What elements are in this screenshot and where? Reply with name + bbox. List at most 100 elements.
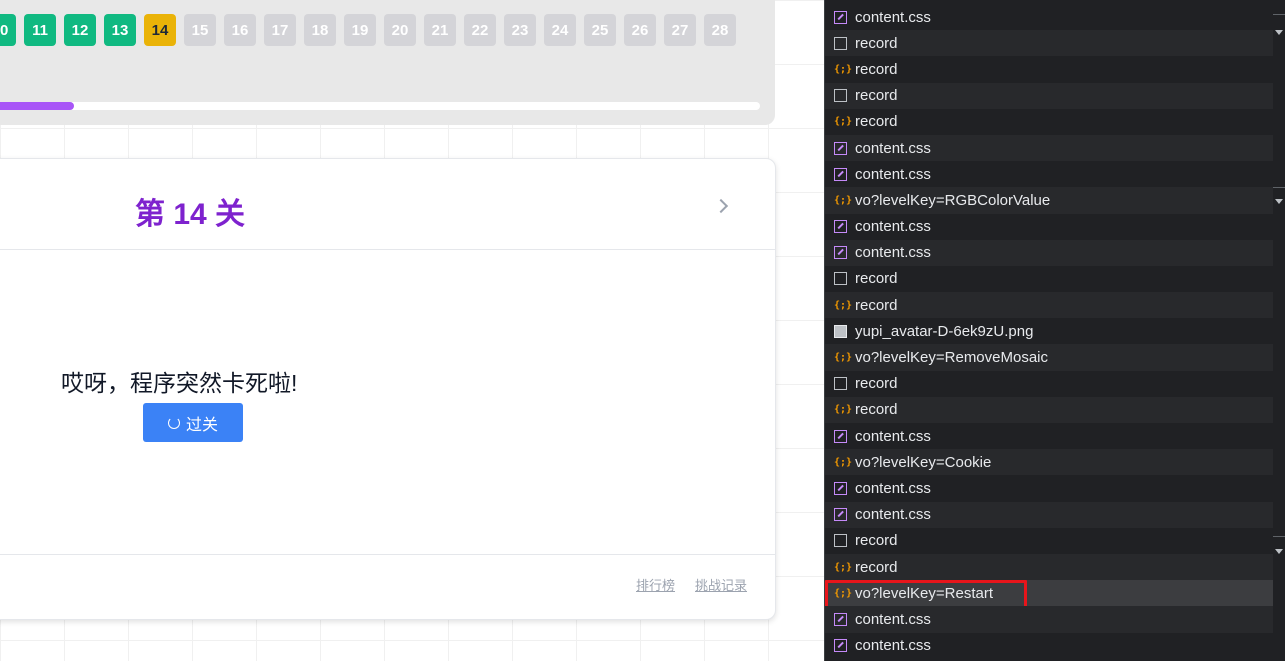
chevron-right-icon[interactable] (713, 198, 729, 214)
request-name: content.css (855, 165, 931, 183)
network-request-row[interactable]: content.css (825, 239, 1273, 266)
devtools-network-panel: content.css record {;} record record {;} recor… (824, 0, 1285, 661)
network-request-row[interactable]: {;} vo?levelKey=Restart (825, 580, 1273, 613)
collapse-arrow-icon[interactable] (1275, 549, 1283, 554)
network-request-row[interactable]: {;} record (825, 109, 1273, 135)
request-name: record (855, 401, 898, 419)
document-icon (834, 36, 847, 50)
network-request-row[interactable]: content.css (825, 633, 1273, 659)
network-request-list: content.css record {;} record record {;} recor… (825, 4, 1273, 659)
network-request-row[interactable]: content.css (825, 214, 1273, 240)
document-icon (834, 89, 847, 103)
stylesheet-icon (834, 508, 847, 522)
network-request-row[interactable]: content.css (825, 501, 1273, 528)
request-name: record (855, 375, 898, 393)
pass-button-label: 过关 (185, 416, 218, 434)
network-request-row[interactable]: content.css (825, 606, 1273, 633)
level-button-18[interactable]: 18 (304, 14, 336, 46)
request-name: content.css (855, 479, 931, 497)
fetch-json-icon: {;} (834, 299, 853, 311)
collapse-arrow-icon[interactable] (1275, 30, 1283, 35)
network-request-row[interactable]: {;} record (825, 292, 1273, 319)
document-icon (834, 272, 847, 286)
level-button-10[interactable]: 10 (0, 14, 16, 46)
level-button-17[interactable]: 17 (264, 14, 296, 46)
level-button-14[interactable]: 14 (144, 14, 176, 46)
request-name: content.css (855, 637, 931, 655)
group-divider (1273, 536, 1285, 537)
request-name: record (855, 34, 898, 52)
network-request-row[interactable]: {;} record (825, 396, 1273, 423)
fetch-json-icon: {;} (834, 456, 853, 468)
fetch-json-icon: {;} (834, 404, 853, 416)
level-card: 第 14 关 哎呀，程序突然卡死啦! 过关 排行榜 挑战记录 (0, 158, 776, 620)
request-name: record (855, 60, 898, 78)
stylesheet-icon (834, 141, 847, 155)
network-request-row[interactable]: {;} record (825, 553, 1273, 581)
level-button-20[interactable]: 20 (384, 14, 416, 46)
level-button-23[interactable]: 23 (504, 14, 536, 46)
fetch-json-icon: {;} (834, 352, 853, 364)
stylesheet-icon (834, 612, 847, 626)
error-message: 哎呀，程序突然卡死啦! (61, 370, 298, 396)
network-request-row[interactable]: content.css (825, 475, 1273, 501)
level-title: 第 14 关 (135, 198, 246, 231)
level-button-11[interactable]: 11 (24, 14, 56, 46)
collapse-arrow-icon[interactable] (1275, 199, 1283, 204)
level-selector-panel: 10111213141516171819202122232425262728 (0, 0, 775, 125)
stylesheet-icon (834, 429, 847, 443)
network-request-row[interactable]: record (825, 266, 1273, 292)
level-button-22[interactable]: 22 (464, 14, 496, 46)
network-request-row[interactable]: record (825, 528, 1273, 554)
progress-fill (0, 102, 74, 110)
level-button-19[interactable]: 19 (344, 14, 376, 46)
request-name: content.css (855, 506, 931, 524)
progress-bar (0, 102, 760, 110)
stylesheet-icon (834, 246, 847, 260)
request-name: vo?levelKey=Cookie (855, 453, 992, 471)
network-request-row[interactable]: record (825, 30, 1273, 57)
fetch-json-icon: {;} (834, 561, 853, 573)
leaderboard-link[interactable]: 排行榜 (636, 575, 675, 594)
request-name: content.css (855, 218, 931, 236)
request-name: record (855, 532, 898, 550)
group-divider (1273, 14, 1285, 15)
level-button-15[interactable]: 15 (184, 14, 216, 46)
network-request-row[interactable]: {;} vo?levelKey=RemoveMosaic (825, 344, 1273, 371)
request-name: yupi_avatar-D-6ek9zU.png (855, 322, 1034, 340)
network-request-row[interactable]: {;} vo?levelKey=RGBColorValue (825, 187, 1273, 214)
level-button-21[interactable]: 21 (424, 14, 456, 46)
level-button-25[interactable]: 25 (584, 14, 616, 46)
level-button-26[interactable]: 26 (624, 14, 656, 46)
request-name: record (855, 558, 898, 576)
request-name: record (855, 270, 898, 288)
level-button-24[interactable]: 24 (544, 14, 576, 46)
request-name: vo?levelKey=RGBColorValue (855, 191, 1051, 209)
image-icon (834, 324, 847, 338)
level-button-27[interactable]: 27 (664, 14, 696, 46)
card-footer: 排行榜 挑战记录 (0, 554, 775, 620)
fetch-json-icon: {;} (834, 194, 853, 206)
card-header: 第 14 关 (0, 159, 775, 250)
network-request-row[interactable]: yupi_avatar-D-6ek9zU.png (825, 318, 1273, 344)
request-name: record (855, 296, 898, 314)
stylesheet-icon (834, 167, 847, 181)
network-request-row[interactable]: content.css (825, 423, 1273, 449)
level-button-16[interactable]: 16 (224, 14, 256, 46)
network-request-row[interactable]: content.css (825, 134, 1273, 162)
pass-button[interactable]: 过关 (143, 403, 243, 442)
request-name: content.css (855, 244, 931, 262)
network-request-row[interactable]: content.css (825, 4, 1273, 30)
level-button-28[interactable]: 28 (704, 14, 736, 46)
level-button-12[interactable]: 12 (64, 14, 96, 46)
level-button-13[interactable]: 13 (104, 14, 136, 46)
network-request-row[interactable]: record (825, 371, 1273, 397)
group-divider (1273, 187, 1285, 188)
network-request-row[interactable]: record (825, 82, 1273, 109)
network-request-row[interactable]: {;} vo?levelKey=Cookie (825, 449, 1273, 476)
stylesheet-icon (834, 639, 847, 653)
challenge-record-link[interactable]: 挑战记录 (695, 575, 747, 594)
request-name: content.css (855, 427, 931, 445)
network-request-row[interactable]: {;} record (825, 56, 1273, 82)
network-request-row[interactable]: content.css (825, 161, 1273, 187)
